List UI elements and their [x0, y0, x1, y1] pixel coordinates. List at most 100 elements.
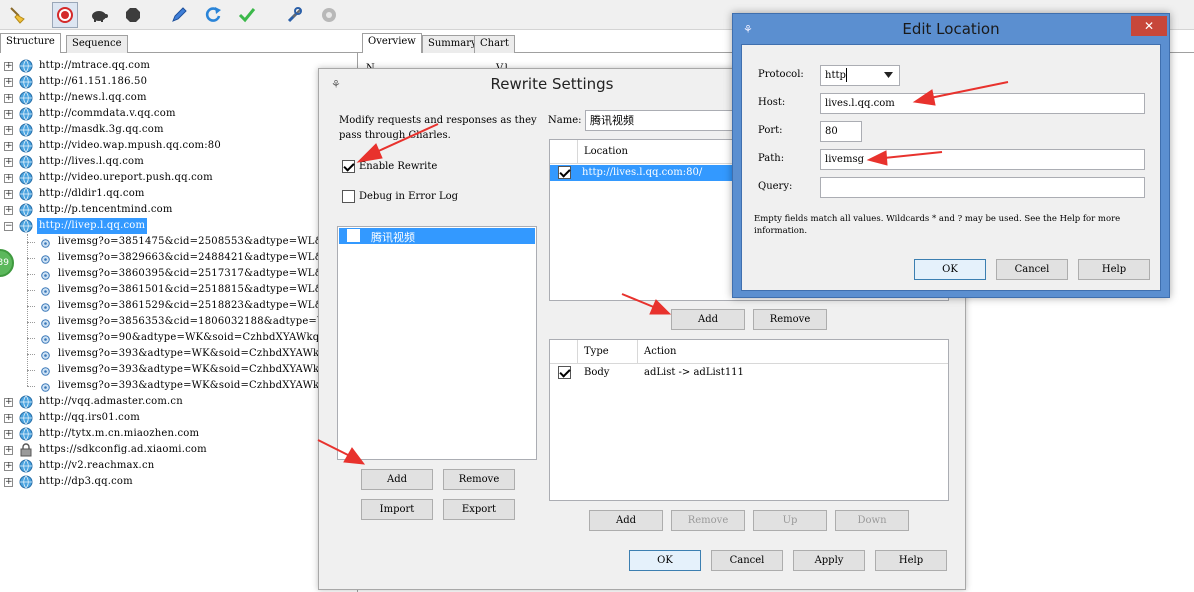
enable-rewrite-checkbox[interactable]	[342, 160, 355, 173]
import-button[interactable]: Import	[361, 499, 433, 520]
expand-icon[interactable]: +	[4, 446, 13, 455]
tree-host-row[interactable]: + https://sdkconfig.ad.xiaomi.com	[0, 442, 357, 458]
expand-icon[interactable]: +	[4, 62, 13, 71]
turtle-icon[interactable]	[86, 2, 112, 28]
tree-host-row[interactable]: − http://livep.l.qq.com	[0, 218, 357, 234]
expand-icon[interactable]: +	[4, 126, 13, 135]
table-row[interactable]: Body adList -> adList111	[550, 365, 948, 381]
expand-icon[interactable]: +	[4, 190, 13, 199]
tree-host-row[interactable]: + http://v2.reachmax.cn	[0, 458, 357, 474]
tree-request-row[interactable]: livemsg?o=393&adtype=WK&soid=CzhbdXYAWkq…	[0, 346, 357, 362]
request-icon	[41, 254, 50, 264]
tab-structure[interactable]: Structure	[0, 33, 61, 54]
down-rule-button[interactable]: Down	[835, 510, 909, 531]
tree-host-row[interactable]: + http://61.151.186.50	[0, 74, 357, 90]
globe-icon	[19, 395, 33, 409]
cancel-button[interactable]: Cancel	[711, 550, 783, 571]
expand-icon[interactable]: +	[4, 158, 13, 167]
expand-icon[interactable]: +	[4, 414, 13, 423]
add-rule-button[interactable]: Add	[589, 510, 663, 531]
help-button[interactable]: Help	[1078, 259, 1150, 280]
tree-host-row[interactable]: + http://masdk.3g.qq.com	[0, 122, 357, 138]
tree-guide	[27, 242, 35, 243]
request-icon	[41, 334, 50, 344]
tree-host-row[interactable]: + http://tytx.m.cn.miaozhen.com	[0, 426, 357, 442]
tree-host-row[interactable]: + http://mtrace.qq.com	[0, 58, 357, 74]
tree-request-row[interactable]: livemsg?o=90&adtype=WK&soid=CzhbdXYAWkq/…	[0, 330, 357, 346]
pen-icon[interactable]	[166, 2, 192, 28]
expand-icon[interactable]: +	[4, 78, 13, 87]
tree-request-row[interactable]: livemsg?o=393&adtype=WK&soid=CzhbdXYAWkq…	[0, 362, 357, 378]
tab-sequence[interactable]: Sequence	[66, 35, 128, 53]
location-enabled-checkbox[interactable]	[558, 166, 571, 179]
expand-icon[interactable]: +	[4, 430, 13, 439]
expand-icon[interactable]: +	[4, 174, 13, 183]
remove-rule-button[interactable]: Remove	[671, 510, 745, 531]
cancel-button[interactable]: Cancel	[996, 259, 1068, 280]
expand-icon[interactable]: +	[4, 110, 13, 119]
tree-request-label: livemsg?o=393&adtype=WK&soid=CzhbdXYAWkq…	[58, 380, 348, 391]
stop-icon[interactable]	[120, 2, 146, 28]
tree-host-row[interactable]: + http://qq.irs01.com	[0, 410, 357, 426]
close-button[interactable]: ✕	[1131, 16, 1167, 36]
port-field[interactable]: 80	[820, 121, 862, 142]
tab-chart[interactable]: Chart	[474, 35, 515, 53]
rule-enabled-checkbox[interactable]	[558, 366, 571, 379]
up-rule-button[interactable]: Up	[753, 510, 827, 531]
tree-host-row[interactable]: + http://dldir1.qq.com	[0, 186, 357, 202]
tree-request-row[interactable]: livemsg?o=393&adtype=WK&soid=CzhbdXYAWkq…	[0, 378, 357, 394]
ok-button[interactable]: OK	[629, 550, 701, 571]
expand-icon[interactable]: +	[4, 462, 13, 471]
expand-icon[interactable]: +	[4, 206, 13, 215]
tree-request-row[interactable]: livemsg?o=3861501&cid=2518815&adtype=WL&…	[0, 282, 357, 298]
collapse-icon[interactable]: −	[4, 222, 13, 231]
tree-host-row[interactable]: + http://p.tencentmind.com	[0, 202, 357, 218]
settings-icon[interactable]	[316, 2, 342, 28]
refresh-icon[interactable]	[200, 2, 226, 28]
ok-button[interactable]: OK	[914, 259, 986, 280]
remove-location-button[interactable]: Remove	[753, 309, 827, 330]
check-icon[interactable]	[234, 2, 260, 28]
tree-request-row[interactable]: livemsg?o=3861529&cid=2518823&adtype=WL&…	[0, 298, 357, 314]
tab-overview[interactable]: Overview	[362, 33, 422, 54]
name-field[interactable]: 腾讯视频	[585, 110, 745, 131]
debug-checkbox[interactable]	[342, 190, 355, 203]
port-label: Port:	[758, 125, 783, 136]
add-set-button[interactable]: Add	[361, 469, 433, 490]
tree-host-row[interactable]: + http://commdata.v.qq.com	[0, 106, 357, 122]
tree-host-row[interactable]: + http://dp3.qq.com	[0, 474, 357, 490]
tree-host-label: http://mtrace.qq.com	[39, 60, 151, 71]
protocol-select[interactable]: http	[820, 65, 900, 86]
host-field[interactable]: lives.l.qq.com	[820, 93, 1145, 114]
query-field[interactable]	[820, 177, 1145, 198]
tree-request-row[interactable]: livemsg?o=3851475&cid=2508553&adtype=WL&…	[0, 234, 357, 250]
protocol-label: Protocol:	[758, 69, 804, 80]
add-location-button[interactable]: Add	[671, 309, 745, 330]
tree-request-row[interactable]: livemsg?o=3860395&cid=2517317&adtype=WL&…	[0, 266, 357, 282]
rewrite-sets-list[interactable]: 腾讯视频	[337, 226, 537, 460]
rules-table[interactable]: Type Action Body adList -> adList111	[549, 339, 949, 501]
expand-icon[interactable]: +	[4, 478, 13, 487]
list-item[interactable]: 腾讯视频	[339, 228, 535, 244]
apply-button[interactable]: Apply	[793, 550, 865, 571]
tree-host-row[interactable]: + http://lives.l.qq.com	[0, 154, 357, 170]
tree-guide	[27, 234, 28, 386]
help-button[interactable]: Help	[875, 550, 947, 571]
tools-icon[interactable]	[282, 2, 308, 28]
record-icon[interactable]	[52, 2, 78, 28]
path-field[interactable]: livemsg	[820, 149, 1145, 170]
expand-icon[interactable]: +	[4, 94, 13, 103]
tree-request-row[interactable]: livemsg?o=3829663&cid=2488421&adtype=WL&…	[0, 250, 357, 266]
tree-host-row[interactable]: + http://news.l.qq.com	[0, 90, 357, 106]
tree-host-row[interactable]: + http://video.ureport.push.qq.com	[0, 170, 357, 186]
remove-set-button[interactable]: Remove	[443, 469, 515, 490]
tree-host-row[interactable]: + http://video.wap.mpush.qq.com:80	[0, 138, 357, 154]
broom-icon[interactable]	[4, 2, 30, 28]
expand-icon[interactable]: +	[4, 398, 13, 407]
tree-request-label: livemsg?o=3829663&cid=2488421&adtype=WL&…	[58, 252, 347, 263]
export-button[interactable]: Export	[443, 499, 515, 520]
tree-request-row[interactable]: livemsg?o=3856353&cid=1806032188&adtype=…	[0, 314, 357, 330]
tree-host-row[interactable]: + http://vqq.admaster.com.cn	[0, 394, 357, 410]
set-enabled-checkbox[interactable]	[347, 229, 360, 242]
expand-icon[interactable]: +	[4, 142, 13, 151]
